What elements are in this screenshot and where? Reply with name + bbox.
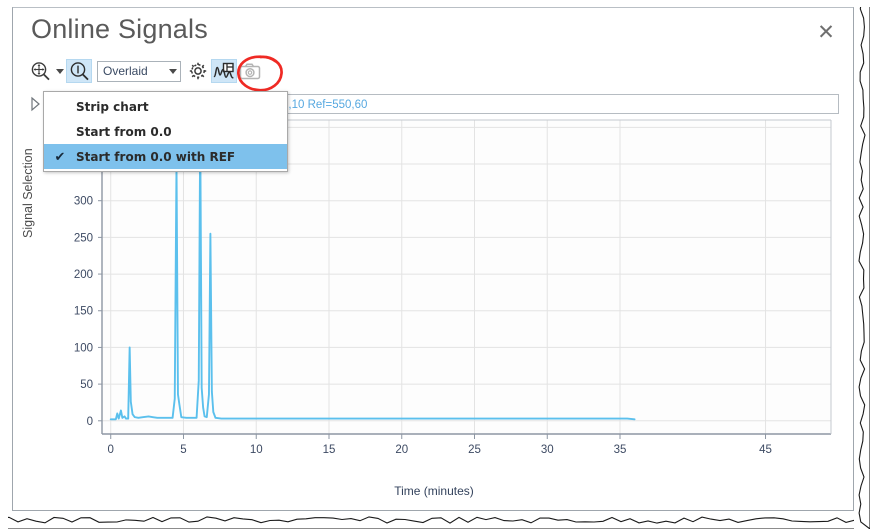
- settings-button[interactable]: [185, 59, 211, 83]
- svg-text:35: 35: [614, 444, 627, 456]
- zoom-info-magnifier-icon: [69, 61, 90, 82]
- chevron-down-icon: [165, 69, 180, 74]
- signal-display-button[interactable]: [211, 59, 237, 83]
- y-axis-title: Signal Selection: [21, 148, 35, 238]
- close-button[interactable]: ✕: [813, 20, 839, 46]
- legend-series-label: 5,10 Ref=550,60: [282, 96, 367, 114]
- page-title: Online Signals: [31, 14, 208, 45]
- svg-text:50: 50: [80, 379, 93, 391]
- toolbar: Overlaid: [27, 58, 263, 84]
- camera-icon: [239, 62, 261, 81]
- svg-text:10: 10: [250, 444, 263, 456]
- svg-text:250: 250: [74, 232, 93, 244]
- window-title-bar: Online Signals ✕: [13, 8, 853, 54]
- svg-text:5: 5: [180, 444, 186, 456]
- display-mode-dropdown-menu[interactable]: Strip chart Start from 0.0 ✔ Start from …: [43, 91, 288, 172]
- x-axis-title: Time (minutes): [13, 484, 855, 498]
- zoom-info-button[interactable]: [66, 59, 92, 83]
- svg-text:25: 25: [468, 444, 481, 456]
- torn-edge-right: [854, 0, 870, 529]
- svg-text:200: 200: [74, 269, 93, 281]
- svg-text:20: 20: [395, 444, 408, 456]
- svg-text:30: 30: [541, 444, 554, 456]
- pan-zoom-button[interactable]: [27, 59, 53, 83]
- display-mode-combobox[interactable]: Overlaid: [97, 61, 181, 82]
- svg-text:45: 45: [759, 444, 772, 456]
- pan-zoom-dropdown-caret[interactable]: [53, 59, 66, 83]
- svg-text:300: 300: [74, 196, 93, 208]
- menu-item-label: Strip chart: [76, 100, 287, 114]
- checkmark-icon: ✔: [44, 149, 76, 165]
- menu-item-strip-chart[interactable]: Strip chart: [44, 94, 287, 119]
- gear-icon: [188, 61, 208, 81]
- snapshot-button[interactable]: [237, 59, 263, 83]
- online-signals-window: Online Signals ✕: [12, 6, 854, 511]
- menu-item-label: Start from 0.0 with REF: [76, 150, 287, 164]
- svg-text:150: 150: [74, 306, 93, 318]
- svg-text:100: 100: [74, 342, 93, 354]
- pan-zoom-magnifier-icon: [30, 61, 51, 82]
- svg-text:15: 15: [323, 444, 336, 456]
- torn-edge-left: [0, 0, 8, 529]
- menu-item-start-from-zero-with-ref[interactable]: ✔ Start from 0.0 with REF: [44, 144, 287, 169]
- menu-item-start-from-zero[interactable]: Start from 0.0: [44, 119, 287, 144]
- chevron-down-icon: [56, 69, 64, 74]
- menu-item-label: Start from 0.0: [76, 125, 287, 139]
- svg-text:0: 0: [87, 416, 93, 428]
- signal-display-icon: [213, 61, 235, 81]
- display-mode-value: Overlaid: [98, 64, 165, 78]
- screenshot-root: Online Signals ✕: [0, 0, 870, 529]
- svg-text:0: 0: [108, 444, 114, 456]
- triangle-right-icon[interactable]: [29, 96, 41, 112]
- torn-edge-bottom: [0, 511, 870, 529]
